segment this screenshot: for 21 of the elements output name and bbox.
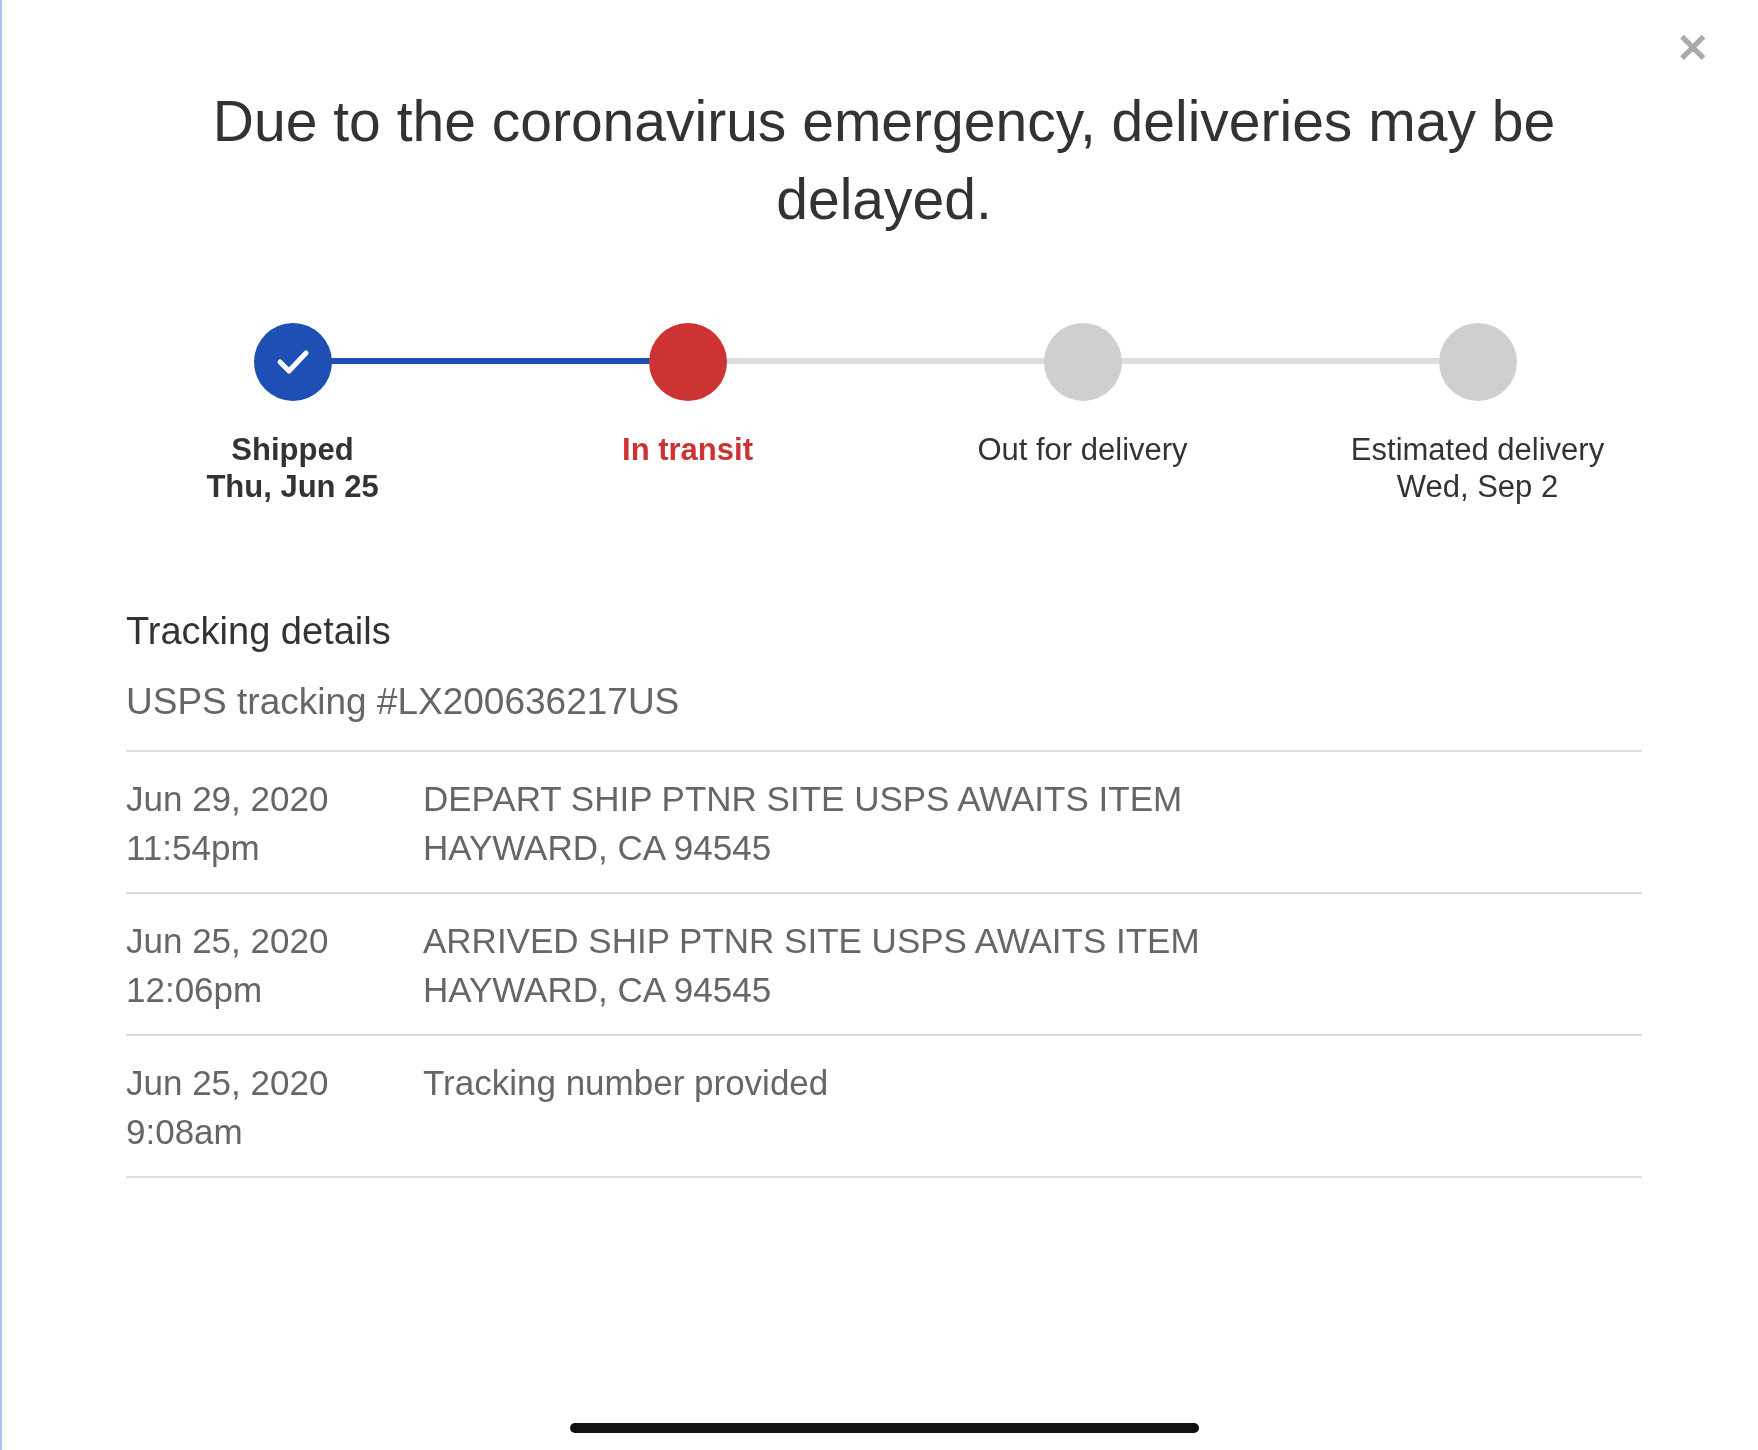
event-location: HAYWARD, CA 94545 xyxy=(423,968,773,1011)
step-date: Wed, Sep 2 xyxy=(1396,468,1559,505)
step-label: Shipped xyxy=(231,431,354,468)
section-heading: Tracking details xyxy=(126,609,392,654)
event-description: DEPART SHIP PTNR SITE USPS AWAITS ITEM xyxy=(423,777,1183,820)
event-date: Jun 25, 2020 xyxy=(126,1061,330,1104)
event-description: Tracking number provided xyxy=(423,1061,829,1104)
event-location: HAYWARD, CA 94545 xyxy=(423,826,773,869)
event-description: ARRIVED SHIP PTNR SITE USPS AWAITS ITEM xyxy=(423,919,1200,962)
event-time: 9:08am xyxy=(126,1110,244,1153)
notice-heading: Due to the coronavirus emergency, deliveries may be delayed. xyxy=(211,88,1557,233)
step-label: Out for delivery xyxy=(977,431,1188,468)
close-button[interactable]: ✕ xyxy=(1676,28,1710,68)
event-date: Jun 25, 2020 xyxy=(126,919,330,962)
step-date: Thu, Jun 25 xyxy=(206,468,379,505)
step-label: In transit xyxy=(622,431,753,468)
step-label: Estimated delivery xyxy=(1350,431,1605,468)
event-time: 11:54pm xyxy=(126,826,261,869)
tracking-number: USPS tracking #LX200636217US xyxy=(126,674,1642,752)
event-time: 12:06pm xyxy=(126,968,264,1011)
event-date: Jun 29, 2020 xyxy=(126,777,330,820)
